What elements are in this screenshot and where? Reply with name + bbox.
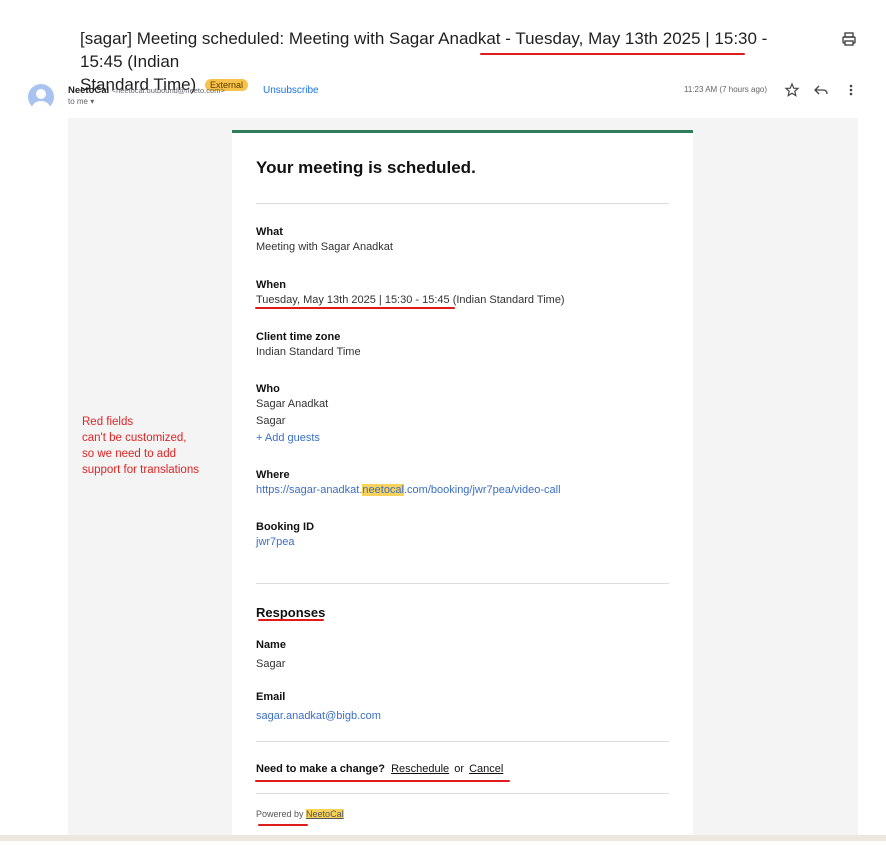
email-section: Email sagar.anadkat@bigb.com	[256, 690, 669, 725]
powered-by-text: Powered by	[256, 809, 304, 819]
annotation-line: support for translations	[82, 464, 199, 476]
timezone-section: Client time zone Indian Standard Time	[256, 330, 669, 361]
sender-address: <neetocal.outbound@neeto.com>	[111, 86, 225, 95]
cancel-link[interactable]: Cancel	[469, 763, 503, 775]
where-link[interactable]: https://sagar-anadkat.neetocal.com/booki…	[256, 482, 669, 499]
star-icon[interactable]	[784, 82, 800, 98]
email-label: Email	[256, 691, 286, 703]
timestamp: 11:23 AM (7 hours ago)	[684, 85, 768, 94]
booking-label: Booking ID	[256, 521, 315, 533]
reply-icon[interactable]	[813, 82, 829, 98]
add-guests-link[interactable]: + Add guests	[256, 430, 669, 447]
change-row: Need to make a change? Reschedule or Can…	[256, 763, 669, 775]
sender: NeetoCal <neetocal.outbound@neeto.com>	[68, 84, 225, 97]
more-options-icon[interactable]	[843, 82, 859, 98]
timezone-label: Client time zone	[256, 331, 341, 343]
red-underline-when	[255, 307, 455, 309]
divider	[256, 583, 669, 584]
when-label: When	[256, 279, 286, 291]
reschedule-link[interactable]: Reschedule	[391, 763, 449, 775]
divider	[256, 741, 669, 742]
who-name: Sagar	[256, 415, 286, 427]
where-link-highlight: neetocal	[362, 484, 404, 496]
timezone-value: Indian Standard Time	[256, 346, 361, 358]
avatar	[28, 84, 54, 110]
red-underline-powered	[258, 824, 308, 826]
when-section: When Tuesday, May 13th 2025 | 15:30 - 15…	[256, 278, 669, 309]
annotation-line: can't be customized,	[82, 432, 187, 444]
change-text: Need to make a change?	[256, 763, 385, 775]
annotation-line: so we need to add	[82, 448, 176, 460]
card-heading: Your meeting is scheduled.	[256, 158, 476, 177]
divider	[256, 203, 669, 204]
or-text: or	[454, 763, 464, 775]
red-underline-change	[255, 780, 510, 782]
red-underline-subject	[480, 53, 745, 55]
what-value: Meeting with Sagar Anadkat	[256, 241, 393, 253]
name-value: Sagar	[256, 658, 286, 670]
unsubscribe-link[interactable]: Unsubscribe	[263, 85, 319, 96]
where-section: Where https://sagar-anadkat.neetocal.com…	[256, 468, 669, 499]
what-label: What	[256, 226, 283, 238]
booking-id-link[interactable]: jwr7pea	[256, 534, 669, 551]
annotation-note: Red fields can't be customized, so we ne…	[82, 414, 232, 478]
who-name: Sagar Anadkat	[256, 398, 329, 410]
who-section: Who Sagar Anadkat Sagar + Add guests	[256, 382, 669, 447]
subject-text: [sagar] Meeting scheduled: Meeting with …	[80, 29, 768, 71]
where-link-part: .com/booking/jwr7pea/video-call	[404, 484, 561, 496]
responses-heading: Responses	[256, 605, 326, 620]
meeting-card: Your meeting is scheduled. What Meeting …	[232, 130, 693, 845]
name-label: Name	[256, 639, 286, 651]
neetocal-link[interactable]: NeetoCal	[306, 809, 344, 819]
where-link-part: https://sagar-anadkat.	[256, 484, 363, 496]
who-label: Who	[256, 383, 280, 395]
where-label: Where	[256, 469, 290, 481]
recipient-dropdown[interactable]: to me ▾	[68, 97, 94, 106]
print-icon[interactable]	[840, 30, 858, 48]
name-section: Name Sagar	[256, 638, 669, 673]
sender-name: NeetoCal	[68, 85, 110, 96]
what-section: What Meeting with Sagar Anadkat	[256, 225, 669, 256]
bottom-strip	[0, 835, 886, 841]
booking-section: Booking ID jwr7pea	[256, 520, 669, 551]
email-link[interactable]: sagar.anadkat@bigb.com	[256, 708, 669, 725]
divider	[256, 793, 669, 794]
annotation-line: Red fields	[82, 416, 134, 428]
red-underline-responses	[258, 619, 324, 621]
powered-by: Powered by NeetoCal	[256, 809, 669, 819]
